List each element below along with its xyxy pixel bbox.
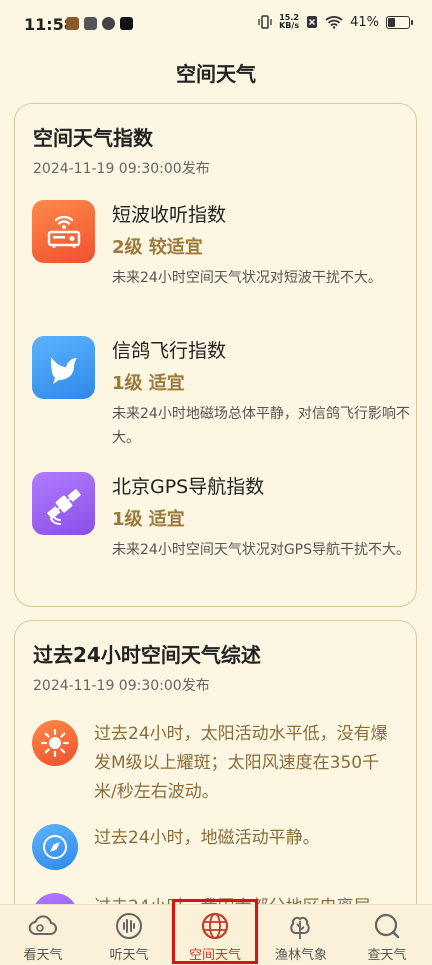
network-speed-unit: KB/s xyxy=(279,21,300,30)
index-description: 未来24小时空间天气状况对GPS导航干扰不大。 xyxy=(112,542,410,558)
sim-blocked-icon xyxy=(307,16,318,28)
card-title: 过去24小时空间天气综述 xyxy=(33,643,261,667)
index-description: 未来24小时地磁场总体平静，对信鸽飞行影响不大。 xyxy=(112,406,410,446)
tab-label: 看天气 xyxy=(23,948,63,963)
space-weather-summary-card: 过去24小时空间天气综述 2024-11-19 09:30:00发布 过去24小… xyxy=(14,620,417,939)
battery-fill xyxy=(388,17,396,27)
battery-percent: 41% xyxy=(350,14,379,30)
bottom-tab-bar: 看天气 听天气 空间天气 渔林气象 查天气 xyxy=(0,904,432,965)
index-description: 未来24小时空间天气状况对短波干扰不大。 xyxy=(112,270,382,286)
tab-search-weather[interactable]: 查天气 xyxy=(344,905,430,965)
tab-label: 渔林气象 xyxy=(274,948,327,963)
tab-label: 空间天气 xyxy=(188,948,241,963)
index-name: 北京GPS导航指数 xyxy=(112,476,265,498)
index-name: 信鸽飞行指数 xyxy=(112,340,227,362)
index-level: 1级 适宜 xyxy=(112,373,185,394)
tab-label: 听天气 xyxy=(109,948,149,963)
sun-icon xyxy=(32,720,78,766)
index-name: 短波收听指数 xyxy=(112,204,227,226)
radio-icon xyxy=(32,200,95,263)
search-icon xyxy=(374,913,400,939)
dove-icon xyxy=(32,336,95,399)
tiktok-icon xyxy=(120,17,133,30)
tab-label: 查天气 xyxy=(367,948,407,963)
publish-date: 2024-11-19 09:30:00发布 xyxy=(33,678,210,694)
notification-icons xyxy=(66,17,133,30)
globe-icon xyxy=(201,912,229,940)
page-title: 空间天气 xyxy=(176,62,256,86)
publish-date: 2024-11-19 09:30:00发布 xyxy=(33,161,210,177)
index-level: 2级 较适宜 xyxy=(112,237,203,258)
wifi-icon xyxy=(325,16,343,29)
card-title: 空间天气指数 xyxy=(33,126,153,150)
tab-space-weather[interactable]: 空间天气 xyxy=(172,905,258,965)
status-bar: 11:58 15.2 KB/s 41% xyxy=(0,0,432,52)
battery-icon xyxy=(386,15,413,29)
notification-app-icon xyxy=(84,17,97,30)
notification-app-icon xyxy=(66,17,79,30)
notification-app-icon xyxy=(102,17,115,30)
index-level: 1级 适宜 xyxy=(112,509,185,530)
summary-text: 过去24小时，地磁活动平静。 xyxy=(94,828,320,848)
tree-icon xyxy=(290,916,310,939)
tab-fishery-forestry[interactable]: 渔林气象 xyxy=(258,905,344,965)
satellite-icon xyxy=(32,472,95,535)
summary-text: 过去24小时，太阳活动水平低，没有爆发M级以上耀斑；太阳风速度在350千米/秒左… xyxy=(94,724,388,802)
compass-icon xyxy=(32,824,78,870)
space-weather-index-card: 空间天气指数 2024-11-19 09:30:00发布 短波收听指数 2级 较… xyxy=(14,103,417,607)
vibrate-icon xyxy=(258,15,272,29)
network-speed: 15.2 KB/s xyxy=(279,14,299,30)
tab-listen-weather[interactable]: 听天气 xyxy=(86,905,172,965)
tab-watch-weather[interactable]: 看天气 xyxy=(0,905,86,965)
audio-icon xyxy=(116,913,142,939)
cloud-icon xyxy=(28,915,57,935)
